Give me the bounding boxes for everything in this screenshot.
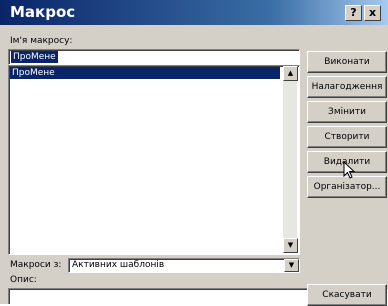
title-bar: Макрос ? x <box>0 0 388 25</box>
chevron-down-icon[interactable]: ▼ <box>284 259 299 272</box>
mouse-pointer-icon <box>343 161 356 179</box>
macro-name-label: Ім'я макросу: <box>10 36 73 46</box>
macro-name-value: ПроМене <box>11 51 58 63</box>
macro-list-item[interactable]: ПроМене <box>10 67 280 79</box>
macro-dialog: Макрос ? x Ім'я макросу: ПроМене ПроМене… <box>0 0 388 304</box>
help-button[interactable]: ? <box>345 5 362 21</box>
run-button[interactable]: Виконати <box>307 51 387 73</box>
macros-in-select[interactable]: Активних шаблонів ▼ <box>68 258 300 273</box>
macros-in-value: Активних шаблонів <box>72 260 165 270</box>
close-button[interactable]: x <box>364 5 381 21</box>
cancel-button[interactable]: Скасувати <box>307 284 387 306</box>
scroll-up-arrow-icon[interactable]: ▲ <box>283 66 298 81</box>
dialog-title: Макрос <box>10 3 76 21</box>
description-label: Опис: <box>10 275 37 285</box>
create-button[interactable]: Створити <box>307 126 387 148</box>
step-into-button[interactable]: Налагодження <box>307 76 387 98</box>
edit-button[interactable]: Змінити <box>307 101 387 123</box>
macro-list[interactable]: ПроМене ▲ ▼ <box>8 65 300 255</box>
macro-list-scrollbar[interactable]: ▲ ▼ <box>283 66 298 253</box>
scroll-down-arrow-icon[interactable]: ▼ <box>283 238 298 253</box>
macro-name-input[interactable]: ПроМене <box>8 49 300 65</box>
macros-in-label: Макроси з: <box>10 260 62 270</box>
